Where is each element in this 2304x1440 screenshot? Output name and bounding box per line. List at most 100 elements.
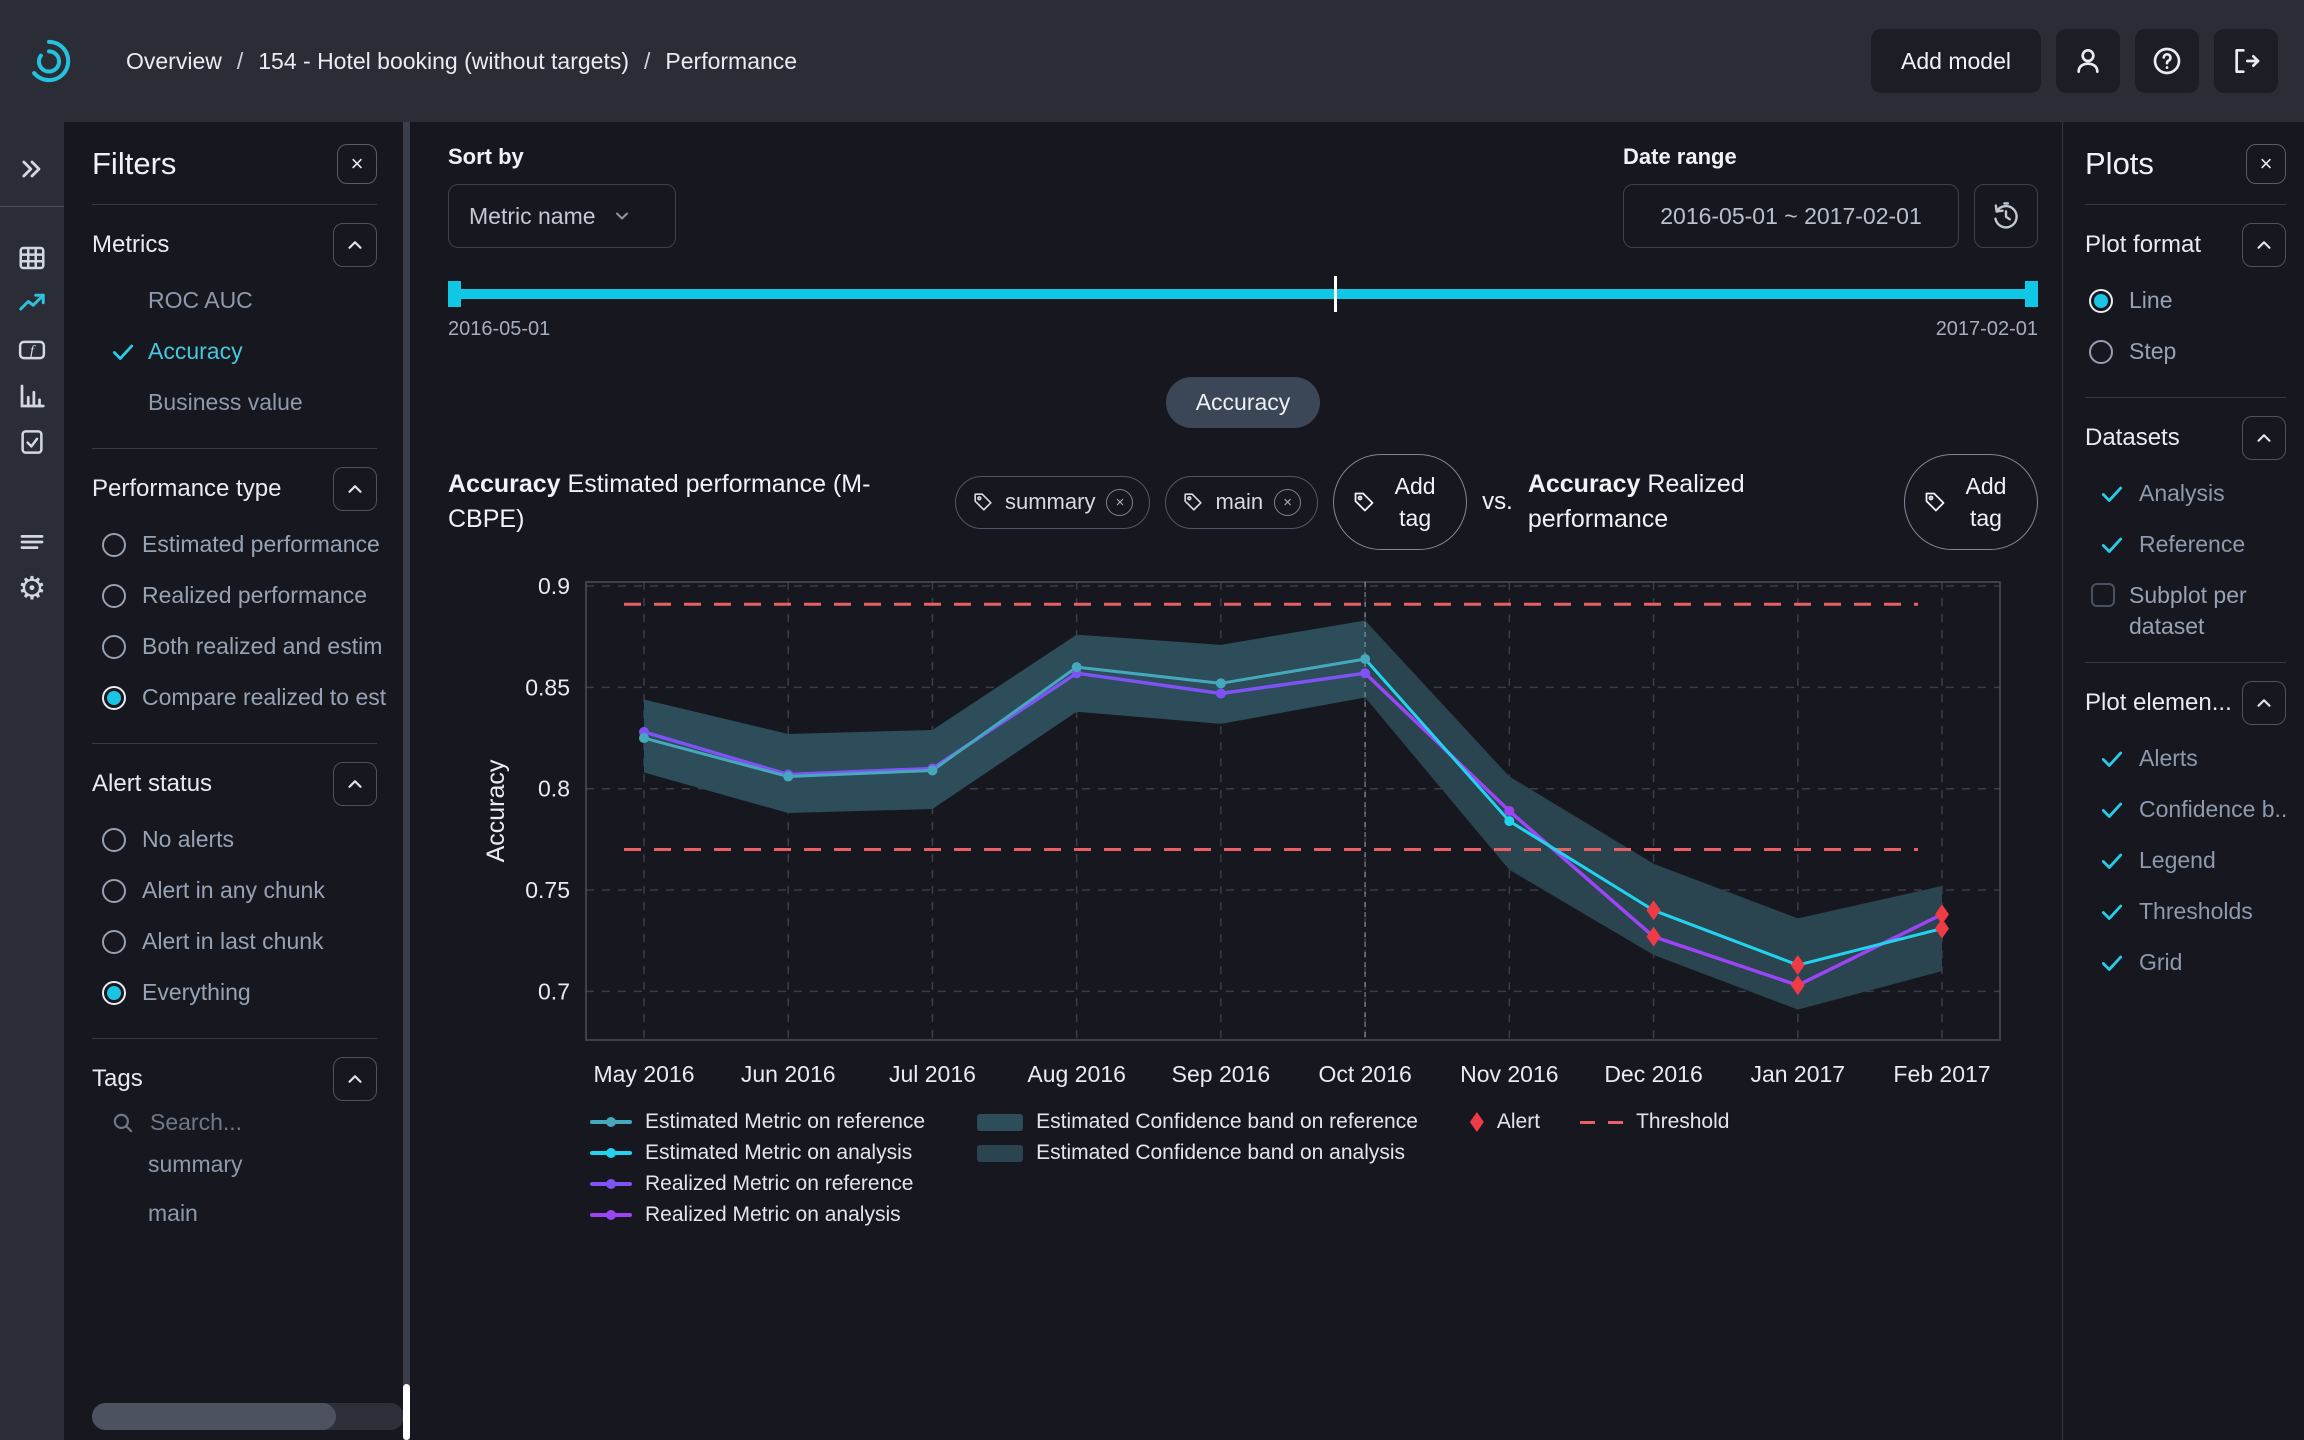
tags-collapse-button[interactable] <box>333 1057 377 1101</box>
legend-alert-label[interactable]: Alert <box>1497 1110 1540 1134</box>
chevron-up-icon <box>2253 234 2275 256</box>
check-label: Analysis <box>2139 480 2225 507</box>
check-label: Alerts <box>2139 745 2198 772</box>
remove-tag-icon[interactable]: × <box>1274 489 1301 516</box>
tags-search-input[interactable] <box>150 1109 320 1136</box>
metric-item-accuracy[interactable]: Accuracy <box>92 326 403 377</box>
dataset-check-analysis[interactable]: Analysis <box>2085 468 2286 519</box>
radio-no-alerts[interactable]: No alerts <box>92 814 403 865</box>
plot-element-check-grid[interactable]: Grid <box>2085 937 2286 988</box>
add-tag-button-right[interactable]: Add tag <box>1904 454 2038 550</box>
radio-realized-performance[interactable]: Realized performance <box>92 570 403 621</box>
legend-item-realized-analysis[interactable]: Realized Metric on analysis <box>590 1204 925 1226</box>
rail-item-distribution[interactable] <box>10 373 54 419</box>
nannyml-logo <box>26 38 72 84</box>
history-icon <box>1990 200 2022 232</box>
breadcrumb-overview[interactable]: Overview <box>126 48 222 75</box>
radio-alert-last-chunk[interactable]: Alert in last chunk <box>92 916 403 967</box>
legend-item-band-reference[interactable]: Estimated Confidence band on reference <box>977 1111 1418 1133</box>
tag-filter-main[interactable]: main <box>92 1189 403 1238</box>
check-placeholder <box>110 288 136 314</box>
radio-alert-any-chunk[interactable]: Alert in any chunk <box>92 865 403 916</box>
reset-date-range-button[interactable] <box>1974 184 2038 248</box>
dot-icon <box>606 1148 616 1158</box>
alert-status-collapse-button[interactable] <box>333 762 377 806</box>
user-button[interactable] <box>2056 29 2120 93</box>
metrics-collapse-button[interactable] <box>333 223 377 267</box>
check-icon <box>2099 950 2125 976</box>
check-placeholder <box>110 390 136 416</box>
dataset-check-reference[interactable]: Reference <box>2085 519 2286 570</box>
metric-item-roc-auc[interactable]: ROC AUC <box>92 275 403 326</box>
radio-everything[interactable]: Everything <box>92 967 403 1018</box>
remove-tag-icon[interactable]: × <box>1106 489 1133 516</box>
chart-legend: Estimated Metric on reference Estimated … <box>448 1111 2038 1226</box>
divider <box>2085 662 2286 663</box>
date-range-slider[interactable] <box>448 276 2038 312</box>
svg-text:May 2016: May 2016 <box>593 1061 694 1087</box>
radio-label: Line <box>2129 287 2172 314</box>
date-range-input[interactable]: 2016-05-01 ~ 2017-02-01 <box>1623 184 1959 248</box>
svg-text:Dec 2016: Dec 2016 <box>1604 1061 1702 1087</box>
check-label: Legend <box>2139 847 2216 874</box>
legend-item-estimated-reference[interactable]: Estimated Metric on reference <box>590 1111 925 1133</box>
slider-handle-start[interactable] <box>448 281 461 307</box>
plot-elements-collapse-button[interactable] <box>2242 681 2286 725</box>
filters-close-button[interactable]: × <box>337 144 377 184</box>
legend-threshold-label[interactable]: Threshold <box>1636 1110 1729 1134</box>
plot-element-check-confidence-bands[interactable]: Confidence b... <box>2085 784 2286 835</box>
tag-chip-main[interactable]: main × <box>1165 476 1318 529</box>
legend-item-band-analysis[interactable]: Estimated Confidence band on analysis <box>977 1142 1418 1164</box>
add-model-button[interactable]: Add model <box>1871 29 2041 93</box>
slider-handle-end[interactable] <box>2025 281 2038 307</box>
logout-button[interactable] <box>2214 29 2278 93</box>
legend-item-estimated-analysis[interactable]: Estimated Metric on analysis <box>590 1142 925 1164</box>
legend-label: Estimated Metric on reference <box>645 1110 925 1134</box>
svg-text:Feb 2017: Feb 2017 <box>1893 1061 1990 1087</box>
legend-item-realized-reference[interactable]: Realized Metric on reference <box>590 1173 925 1195</box>
plot-format-collapse-button[interactable] <box>2242 223 2286 267</box>
datasets-collapse-button[interactable] <box>2242 416 2286 460</box>
help-button[interactable] <box>2135 29 2199 93</box>
date-range-label: Date range <box>1623 144 2038 170</box>
metric-pill[interactable]: Accuracy <box>1166 377 1321 428</box>
rail-item-settings[interactable]: ⚙ <box>10 565 54 611</box>
expand-sidebar-button[interactable] <box>10 146 54 192</box>
rail-item-data[interactable] <box>10 235 54 281</box>
metric-item-business-value[interactable]: Business value <box>92 377 403 428</box>
plots-close-button[interactable]: × <box>2246 144 2286 184</box>
tag-chip-summary[interactable]: summary × <box>955 476 1150 529</box>
check-icon <box>2099 532 2125 558</box>
rail-item-reports[interactable] <box>10 419 54 465</box>
plot-element-check-thresholds[interactable]: Thresholds <box>2085 886 2286 937</box>
plot-element-check-legend[interactable]: Legend <box>2085 835 2286 886</box>
radio-estimated-performance[interactable]: Estimated performance <box>92 519 403 570</box>
radio-both-realized-estimated[interactable]: Both realized and estim <box>92 621 403 672</box>
svg-text:0.8: 0.8 <box>538 776 570 802</box>
content-sheet: Filters × Metrics ROC AUC Accuracy Busin <box>64 122 2304 1440</box>
tag-filter-summary[interactable]: summary <box>92 1140 403 1189</box>
divider <box>2085 397 2286 398</box>
checkbox-unchecked[interactable] <box>2091 583 2115 607</box>
plot-element-check-alerts[interactable]: Alerts <box>2085 733 2286 784</box>
breadcrumb-model[interactable]: 154 - Hotel booking (without targets) <box>258 48 629 75</box>
vertical-scrollbar-thumb[interactable] <box>403 1384 410 1440</box>
slider-track[interactable] <box>448 289 2038 299</box>
sort-by-select[interactable]: Metric name <box>448 184 676 248</box>
horizontal-scrollbar[interactable] <box>92 1403 404 1430</box>
add-tag-button-left[interactable]: Add tag <box>1333 454 1467 550</box>
rail-item-functions[interactable]: f <box>10 327 54 373</box>
svg-text:Sep 2016: Sep 2016 <box>1172 1061 1270 1087</box>
vertical-scrollbar[interactable] <box>403 122 410 1440</box>
rail-item-logs[interactable] <box>10 519 54 565</box>
subplot-per-dataset-checkbox-row[interactable]: Subplot per dataset <box>2085 580 2286 642</box>
radio-plot-format-line[interactable]: Line <box>2085 275 2286 326</box>
radio-compare-realized-estimated[interactable]: Compare realized to est <box>92 672 403 723</box>
check-icon <box>2099 797 2125 823</box>
rail-item-performance[interactable] <box>10 281 54 327</box>
performance-type-collapse-button[interactable] <box>333 467 377 511</box>
slider-cursor[interactable] <box>1334 276 1337 312</box>
breadcrumb: Overview / 154 - Hotel booking (without … <box>126 48 797 75</box>
radio-plot-format-step[interactable]: Step <box>2085 326 2286 377</box>
horizontal-scrollbar-thumb[interactable] <box>92 1403 336 1430</box>
